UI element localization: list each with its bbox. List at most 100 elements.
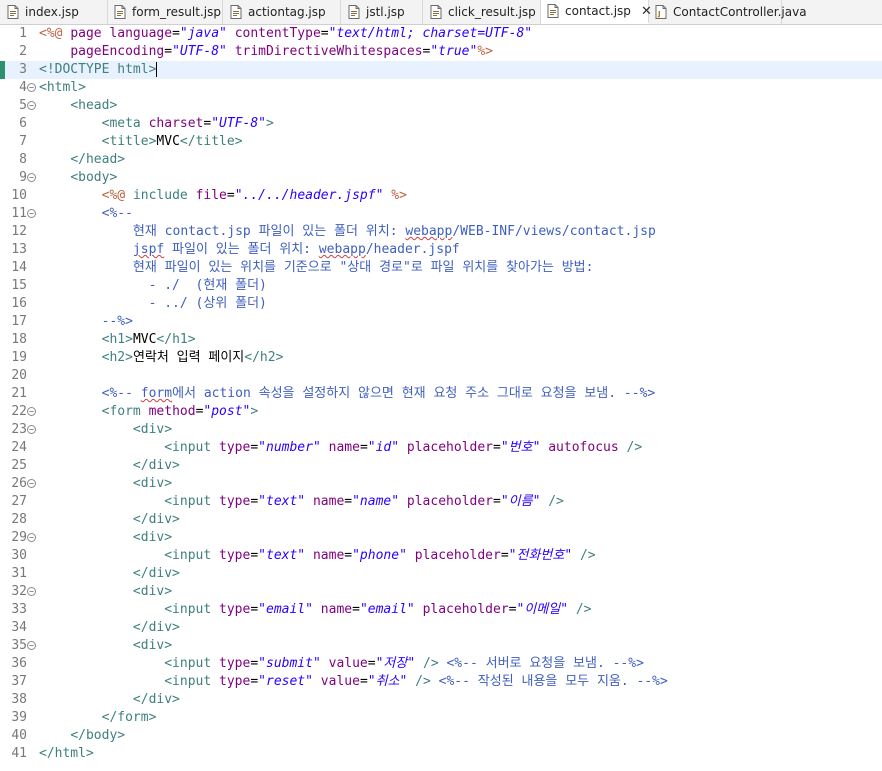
code-line[interactable]: 12 현재 contact.jsp 파일이 있는 폴더 위치: webapp/W… [0,223,882,241]
tab-index-jsp[interactable]: index.jsp [0,0,108,24]
code-line[interactable]: 28 </div> [0,511,882,529]
code-editor[interactable]: 1 <%@ page language="java" contentType="t… [0,25,882,771]
code-token: <form [101,404,149,419]
line-number: 19 [11,350,27,365]
code-text: <div> [39,583,172,601]
fold-collapse-icon[interactable]: − [27,83,36,92]
line-number: 30 [11,548,27,563]
tab-actiontag-jsp[interactable]: actiontag.jsp [223,0,341,24]
tab-contactcontroller-java[interactable]: J ContactController.java [649,0,807,24]
code-line[interactable]: 10 <%@ include file="../../header.jspf" … [0,187,882,205]
tab-label: click_result.jsp [448,5,536,19]
code-text: <input type="number" name="id" placehold… [39,439,642,457]
fold-collapse-icon[interactable]: − [27,641,36,650]
code-line[interactable]: 6 <meta charset="UTF-8"> [0,115,882,133]
code-line[interactable]: 25 </div> [0,457,882,475]
code-token: <input [164,548,220,563]
code-line[interactable]: 38 </div> [0,691,882,709]
fold-collapse-icon[interactable]: − [27,209,36,218]
code-token: "번호" [500,440,541,455]
code-line[interactable]: 36 <input type="submit" value="저장" /> <%… [0,655,882,673]
code-line[interactable]: 20 [0,367,882,385]
code-line[interactable]: 39 </form> [0,709,882,727]
code-line[interactable]: 33 <input type="email" name="email" plac… [0,601,882,619]
code-text: </head> [39,151,125,169]
code-line[interactable]: 31 </div> [0,565,882,583]
code-line[interactable]: 26− <div> [0,475,882,493]
fold-collapse-icon[interactable]: − [27,425,36,434]
code-line[interactable]: 23− <div> [0,421,882,439]
code-line[interactable]: 24 <input type="number" name="id" placeh… [0,439,882,457]
code-line[interactable]: 14 현재 파일이 있는 위치를 기준으로 "상대 경로"로 파일 위치를 찾아… [0,259,882,277]
code-line[interactable]: 32− <div> [0,583,882,601]
code-line[interactable]: 8 </head> [0,151,882,169]
code-text: - ../ (상위 폴더) [39,295,267,313]
code-token: name [312,494,345,509]
code-line[interactable]: 3 <!DOCTYPE html> [0,61,882,79]
code-line[interactable]: 16 - ../ (상위 폴더) [0,295,882,313]
fold-collapse-icon[interactable]: − [27,101,36,110]
code-line[interactable]: 2 pageEncoding="UTF-8" trimDirectiveWhit… [0,43,882,61]
code-line[interactable]: 41 </html> [0,745,882,763]
line-number: 35 [11,638,27,653]
code-token: "text/html; charset=UTF-8" [328,26,533,41]
tab-form-result-jsp[interactable]: form_result.jsp [108,0,223,24]
fold-collapse-icon[interactable]: − [27,479,36,488]
code-line[interactable]: 21 <%-- form에서 action 속성을 설정하지 않으면 현재 요청… [0,385,882,403]
code-line[interactable]: 9− <body> [0,169,882,187]
line-number: 11 [11,206,27,221]
code-text: <title>MVC</title> [39,133,243,151]
code-token: "number" [258,440,321,455]
tab-click-result-jsp[interactable]: click_result.jsp [423,0,541,24]
code-line[interactable]: 40 </body> [0,727,882,745]
fold-collapse-icon[interactable]: − [27,173,36,182]
line-number: 7 [19,134,27,149]
code-text: <%@ page language="java" contentType="te… [39,25,532,43]
code-token: <div> [132,476,173,491]
line-number: 41 [11,746,27,761]
line-number: 37 [11,674,27,689]
line-number: 1 [19,26,27,41]
code-text: <input type="submit" value="저장" /> <%-- … [39,655,644,673]
code-token: 연락처 입력 페이지 [132,350,245,365]
code-token: 현재 contact.jsp 파일이 있는 폴더 위치: [39,224,406,239]
code-line[interactable]: 30 <input type="text" name="phone" place… [0,547,882,565]
tab-jstl-jsp[interactable]: jstl.jsp [341,0,423,24]
code-token: - ./ (현재 폴더) [39,278,267,293]
line-number: 9 [19,170,27,185]
code-line[interactable]: 22− <form method="post"> [0,403,882,421]
code-token: type [219,548,251,563]
code-line[interactable]: 5− <head> [0,97,882,115]
code-line[interactable]: 29− <div> [0,529,882,547]
code-line[interactable]: 1 <%@ page language="java" contentType="t… [0,25,882,43]
code-line[interactable]: 15 - ./ (현재 폴더) [0,277,882,295]
code-line[interactable]: 11− <%-- [0,205,882,223]
line-number: 5 [19,98,27,113]
code-line[interactable]: 17 --%> [0,313,882,331]
fold-collapse-icon[interactable]: − [27,587,36,596]
code-token: name [320,602,353,617]
code-line[interactable]: 27 <input type="text" name="name" placeh… [0,493,882,511]
code-line[interactable]: 4− <html> [0,79,882,97]
code-token: <%@ [101,188,133,203]
fold-collapse-icon[interactable]: − [27,533,36,542]
code-line[interactable]: 19 <h2>연락처 입력 페이지</h2> [0,349,882,367]
fold-collapse-icon[interactable]: − [27,407,36,416]
tab-contact-jsp[interactable]: contact.jsp ✕ [541,0,652,24]
code-line[interactable]: 34 </div> [0,619,882,637]
line-number: 28 [11,512,27,527]
code-line[interactable]: 7 <title>MVC</title> [0,133,882,151]
code-line[interactable]: 37 <input type="reset" value="취소" /> <%-… [0,673,882,691]
code-line[interactable]: 35− <div> [0,637,882,655]
code-line[interactable]: 13 jspf 파일이 있는 폴더 위치: webapp/header.jspf [0,241,882,259]
code-line[interactable]: 18 <h1>MVC</h1> [0,331,882,349]
